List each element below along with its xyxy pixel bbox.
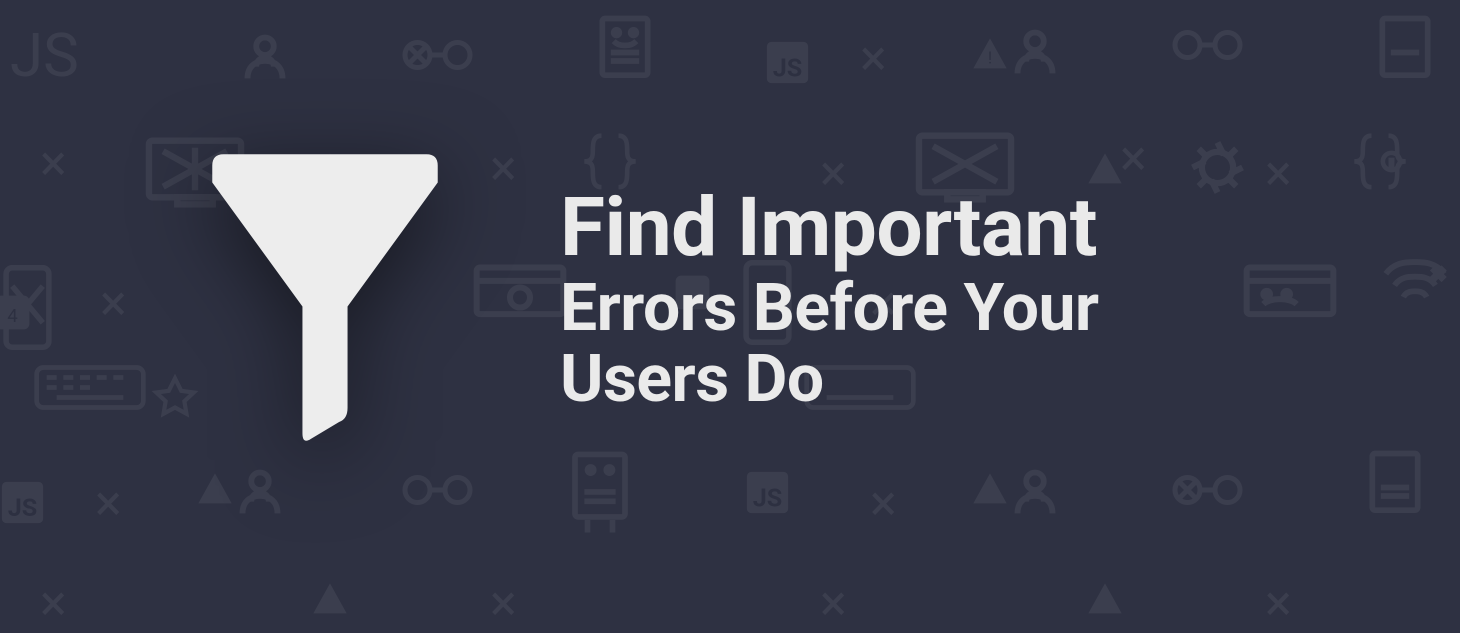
hero-banner: Find Important Errors Before Your Users … — [0, 0, 1460, 600]
funnel-icon — [180, 143, 470, 457]
headline: Find Important Errors Before Your Users … — [560, 184, 1099, 415]
headline-line-3: Users Do — [560, 344, 1099, 415]
headline-line-1: Find Important — [560, 184, 1099, 273]
headline-line-2: Errors Before Your — [560, 273, 1099, 344]
